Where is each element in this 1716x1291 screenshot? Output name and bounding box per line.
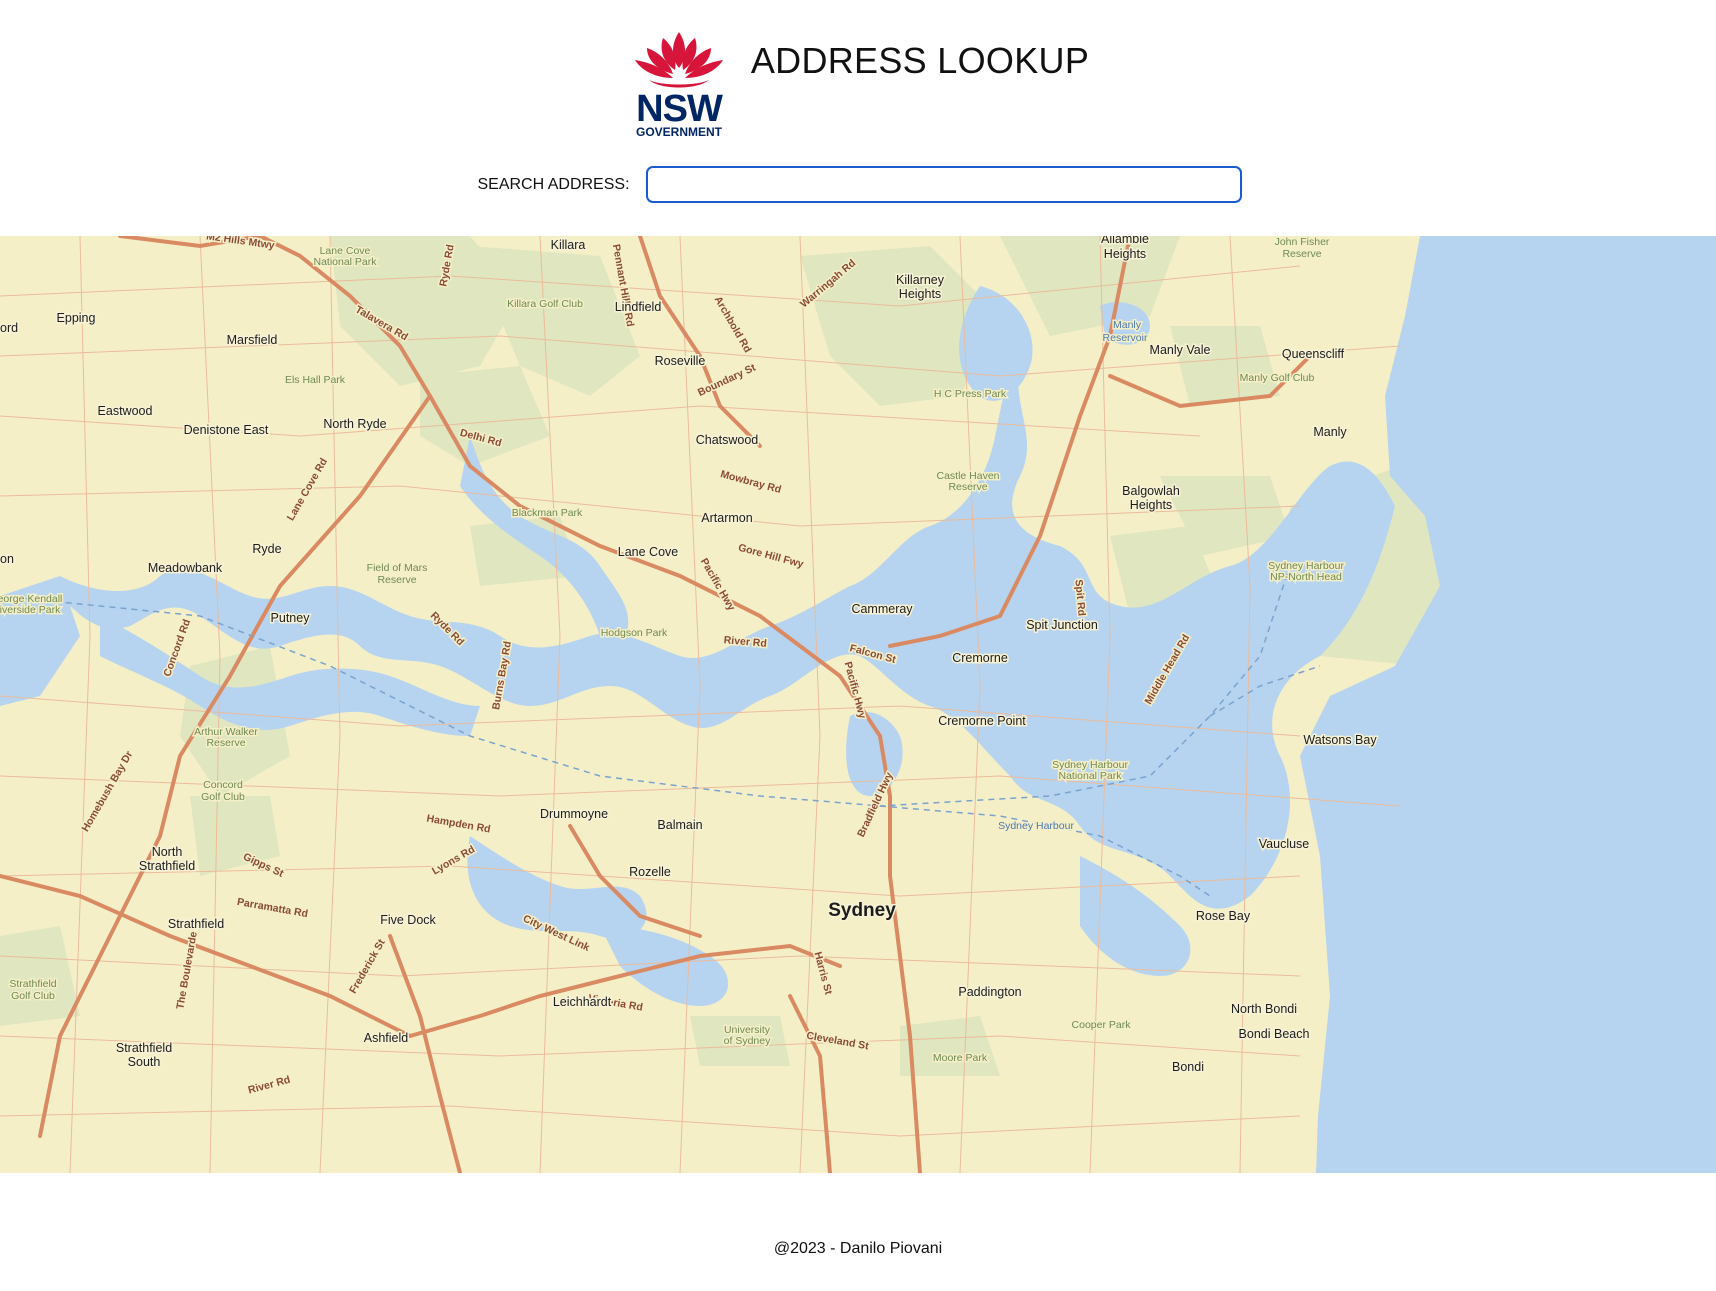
- park-label: Reserve: [206, 737, 245, 749]
- park-label: Reserve: [1282, 248, 1321, 260]
- park-label: Reserve: [948, 481, 987, 493]
- logo-wordmark: NSW: [636, 88, 723, 130]
- park-label: Reservoir: [1103, 332, 1148, 344]
- suburb-label: North: [152, 845, 183, 859]
- suburb-label: Bondi: [1172, 1060, 1204, 1074]
- suburb-label: Cremorne Point: [938, 714, 1026, 728]
- suburb-label: Putney: [271, 611, 311, 625]
- suburb-label: Killara: [551, 238, 586, 252]
- suburb-label: Queenscliff: [1282, 347, 1345, 361]
- park-label: iverside Park: [0, 604, 61, 616]
- city-label: Sydney: [828, 900, 896, 921]
- suburb-label: Marsfield: [227, 333, 278, 347]
- suburb-label: Epping: [57, 311, 96, 325]
- suburb-label: Cammeray: [851, 602, 913, 616]
- park-label: Concord: [203, 779, 243, 791]
- suburb-label: Ashfield: [364, 1031, 409, 1045]
- park-label: of Sydney: [724, 1035, 771, 1047]
- suburb-label: Bondi Beach: [1239, 1027, 1310, 1041]
- park-label: Killara Golf Club: [507, 298, 583, 310]
- suburb-label: Leichhardt: [553, 995, 612, 1009]
- suburb-label: Vaucluse: [1259, 837, 1310, 851]
- park-label: NP-North Head: [1270, 571, 1342, 583]
- suburb-label: Five Dock: [380, 913, 436, 927]
- suburb-label: Manly Vale: [1150, 343, 1211, 357]
- park-label: Strathfield: [9, 978, 56, 990]
- park-label: Els Hall Park: [285, 374, 346, 386]
- park-label: Field of Mars: [367, 562, 428, 574]
- suburb-label: Artarmon: [701, 511, 752, 525]
- suburb-label: Cremorne: [952, 651, 1008, 665]
- suburb-label: Ryde: [252, 542, 281, 556]
- suburb-label: Balgowlah: [1122, 484, 1180, 498]
- header: NSW GOVERNMENT ADDRESS LOOKUP: [0, 26, 1716, 140]
- suburb-label: Rozelle: [629, 865, 671, 879]
- suburb-label: South: [128, 1055, 161, 1069]
- suburb-label: Lindfield: [615, 300, 662, 314]
- park-label: Golf Club: [11, 990, 55, 1002]
- suburb-label: Balmain: [657, 818, 702, 832]
- suburb-label: Strathfield: [139, 859, 195, 873]
- suburb-label: Heights: [899, 287, 941, 301]
- search-label: SEARCH ADDRESS:: [477, 175, 630, 193]
- suburb-label: Eastwood: [98, 404, 153, 418]
- suburb-label: Meadowbank: [148, 561, 223, 575]
- suburb-label: Allambie: [1101, 236, 1149, 246]
- suburb-label: Paddington: [958, 985, 1021, 999]
- suburb-label: North Ryde: [323, 417, 386, 431]
- park-label: Golf Club: [201, 791, 245, 803]
- suburb-label: North Bondi: [1231, 1002, 1297, 1016]
- suburb-label: Spit Junction: [1026, 618, 1098, 632]
- suburb-label: Drummoyne: [540, 807, 608, 821]
- suburb-label: Manly: [1313, 425, 1347, 439]
- park-label: Blackman Park: [512, 507, 583, 519]
- suburb-label: Heights: [1130, 498, 1172, 512]
- park-label: Sydney Harbour: [998, 820, 1074, 832]
- suburb-label: Heights: [1104, 247, 1146, 261]
- suburb-label: Roseville: [655, 354, 706, 368]
- search-row: SEARCH ADDRESS:: [0, 166, 1716, 203]
- suburb-label: Killarney: [896, 273, 945, 287]
- park-label: National Park: [313, 256, 377, 268]
- park-label: Cooper Park: [1072, 1019, 1132, 1031]
- map-view[interactable]: Lane Cove National Park Killara Golf Club E…: [0, 236, 1716, 1173]
- park-label: Hodgson Park: [601, 627, 668, 639]
- suburb-label: on: [0, 552, 14, 566]
- suburb-label: Strathfield: [168, 917, 224, 931]
- park-label: Manly: [1113, 319, 1142, 331]
- suburb-label: Strathfield: [116, 1041, 172, 1055]
- park-label: Reserve: [377, 574, 416, 586]
- suburb-label: Lane Cove: [618, 545, 679, 559]
- suburb-label: Denistone East: [184, 423, 269, 437]
- park-label: Moore Park: [933, 1052, 988, 1064]
- park-label: H C Press Park: [934, 388, 1007, 400]
- footer-credit: @2023 - Danilo Piovani: [773, 1240, 943, 1257]
- park-label: John Fisher: [1275, 236, 1330, 248]
- address-search-input[interactable]: [645, 166, 1242, 203]
- suburb-label: ord: [0, 321, 18, 335]
- map-canvas[interactable]: Lane Cove National Park Killara Golf Club E…: [0, 236, 1716, 1173]
- nsw-government-logo: NSW GOVERNMENT: [634, 32, 724, 139]
- suburb-label: Chatswood: [696, 433, 759, 447]
- suburb-label: Watsons Bay: [1303, 733, 1377, 747]
- suburb-label: Rose Bay: [1196, 909, 1251, 923]
- logo-subtext: GOVERNMENT: [636, 125, 723, 139]
- page-title: ADDRESS LOOKUP: [750, 40, 1090, 81]
- park-label: National Park: [1058, 770, 1122, 782]
- park-label: Manly Golf Club: [1240, 372, 1315, 384]
